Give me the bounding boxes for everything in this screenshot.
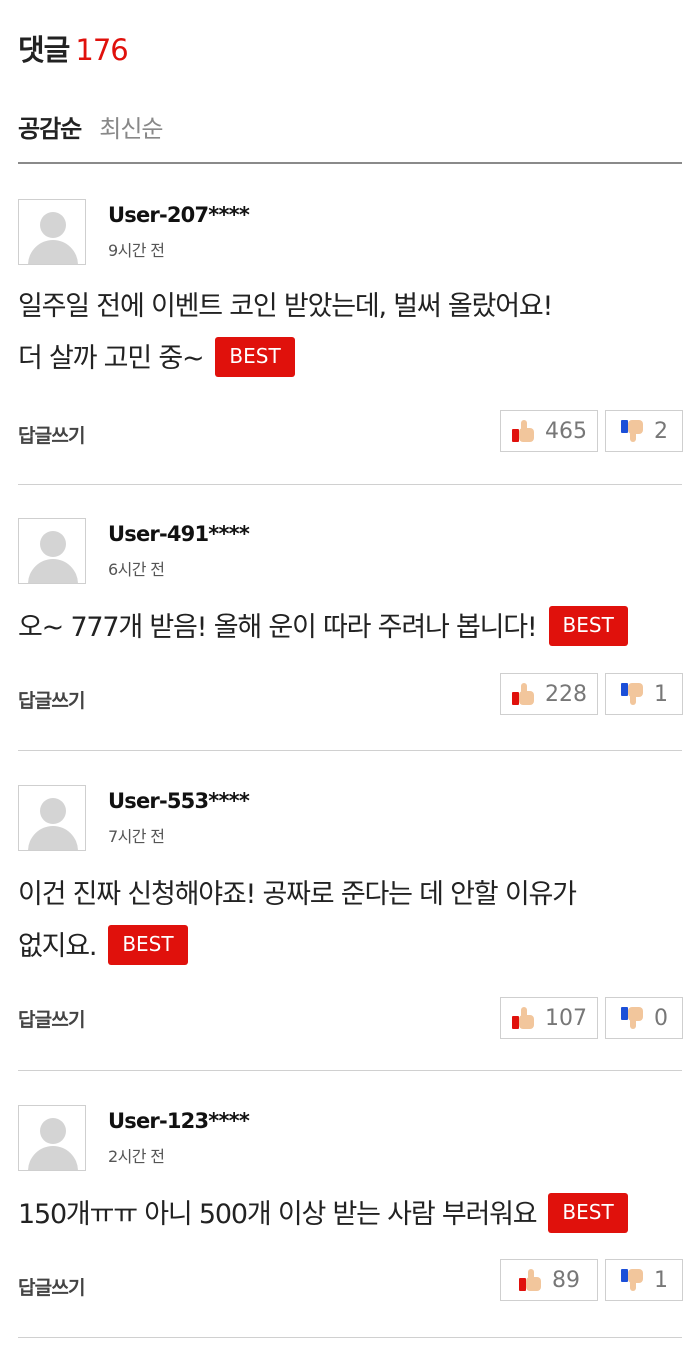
comment-time: 9시간 전 [108, 241, 165, 260]
dislike-button[interactable]: 1 [605, 1259, 683, 1301]
comment-time: 2시간 전 [108, 1147, 165, 1166]
avatar-icon [18, 1105, 86, 1171]
comment-time: 6시간 전 [108, 560, 165, 579]
comment-username[interactable]: User-553**** [108, 789, 250, 813]
dislike-button[interactable]: 0 [605, 997, 683, 1039]
comment-username[interactable]: User-207**** [108, 203, 250, 227]
comment-line-with-badge: 없지요. BEST [18, 921, 682, 973]
best-badge: BEST [215, 336, 295, 377]
like-button[interactable]: 89 [500, 1259, 598, 1301]
like-button[interactable]: 107 [500, 997, 598, 1039]
reply-button[interactable]: 답글쓰기 [18, 421, 86, 448]
tab-sort-latest[interactable]: 최신순 [99, 109, 163, 144]
thumbs-down-icon [620, 681, 646, 707]
like-count: 465 [545, 418, 587, 444]
dislike-count: 0 [654, 1005, 668, 1031]
comments-page: 댓글 176 공감순 최신순 User-207**** 9시간 전 일주일 전에 … [0, 0, 700, 1356]
thumbs-up-icon [511, 681, 537, 707]
like-button[interactable]: 228 [500, 673, 598, 715]
dislike-button[interactable]: 1 [605, 673, 683, 715]
tab-sort-empathy[interactable]: 공감순 [18, 109, 82, 144]
comments-header: 댓글 176 [18, 30, 129, 70]
dislike-count: 2 [654, 418, 668, 444]
best-badge: BEST [108, 924, 188, 965]
comment-count: 176 [75, 33, 128, 67]
comment-line: 오~ 777개 받음! 올해 운이 따라 주려나 봅니다! [18, 612, 538, 643]
like-count: 89 [552, 1267, 580, 1293]
best-badge: BEST [548, 1192, 628, 1233]
comment-divider [18, 1337, 682, 1338]
reply-button[interactable]: 답글쓰기 [18, 1273, 86, 1300]
comment-content: 이건 진짜 신청해야죠! 공짜로 준다는 데 안할 이유가 없지요. BEST [18, 869, 682, 973]
like-count: 107 [545, 1005, 587, 1031]
comment-line-with-badge: 150개ㅠㅠ 아니 500개 이상 받는 사람 부러워요 BEST [18, 1189, 682, 1241]
comment-line: 150개ㅠㅠ 아니 500개 이상 받는 사람 부러워요 [18, 1199, 538, 1230]
dislike-count: 1 [654, 681, 668, 707]
dislike-button[interactable]: 2 [605, 410, 683, 452]
comment-time: 7시간 전 [108, 827, 165, 846]
thumbs-down-icon [620, 418, 646, 444]
like-button[interactable]: 465 [500, 410, 598, 452]
thumbs-down-icon [620, 1267, 646, 1293]
comment-line: 더 살까 고민 중~ [18, 343, 205, 374]
reply-button[interactable]: 답글쓰기 [18, 686, 86, 713]
thumbs-up-icon [511, 418, 537, 444]
thumbs-up-icon [518, 1267, 544, 1293]
comment-line: 없지요. [18, 931, 98, 962]
comment-line-with-badge: 더 살까 고민 중~ BEST [18, 333, 682, 385]
comment-content: 일주일 전에 이벤트 코인 받았는데, 벌써 올랐어요! 더 살까 고민 중~ B… [18, 281, 682, 385]
comment-line-with-badge: 오~ 777개 받음! 올해 운이 따라 주려나 봅니다! BEST [18, 602, 682, 654]
comment-content: 150개ㅠㅠ 아니 500개 이상 받는 사람 부러워요 BEST [18, 1189, 682, 1241]
comment-username[interactable]: User-491**** [108, 522, 250, 546]
comment-username[interactable]: User-123**** [108, 1109, 250, 1133]
dislike-count: 1 [654, 1267, 668, 1293]
thumbs-up-icon [511, 1005, 537, 1031]
thumbs-down-icon [620, 1005, 646, 1031]
sort-tabs: 공감순 최신순 [18, 106, 181, 146]
comment-divider [18, 750, 682, 751]
header-divider [18, 162, 682, 164]
comment-content: 오~ 777개 받음! 올해 운이 따라 주려나 봅니다! BEST [18, 602, 682, 654]
avatar-icon [18, 518, 86, 584]
comment-divider [18, 484, 682, 485]
comment-line: 이건 진짜 신청해야죠! 공짜로 준다는 데 안할 이유가 [18, 879, 577, 910]
reply-button[interactable]: 답글쓰기 [18, 1005, 86, 1032]
comment-line: 일주일 전에 이벤트 코인 받았는데, 벌써 올랐어요! [18, 291, 553, 322]
like-count: 228 [545, 681, 587, 707]
comment-divider [18, 1070, 682, 1071]
avatar-icon [18, 199, 86, 265]
comments-title: 댓글 [18, 33, 70, 67]
avatar-icon [18, 785, 86, 851]
best-badge: BEST [548, 605, 628, 646]
